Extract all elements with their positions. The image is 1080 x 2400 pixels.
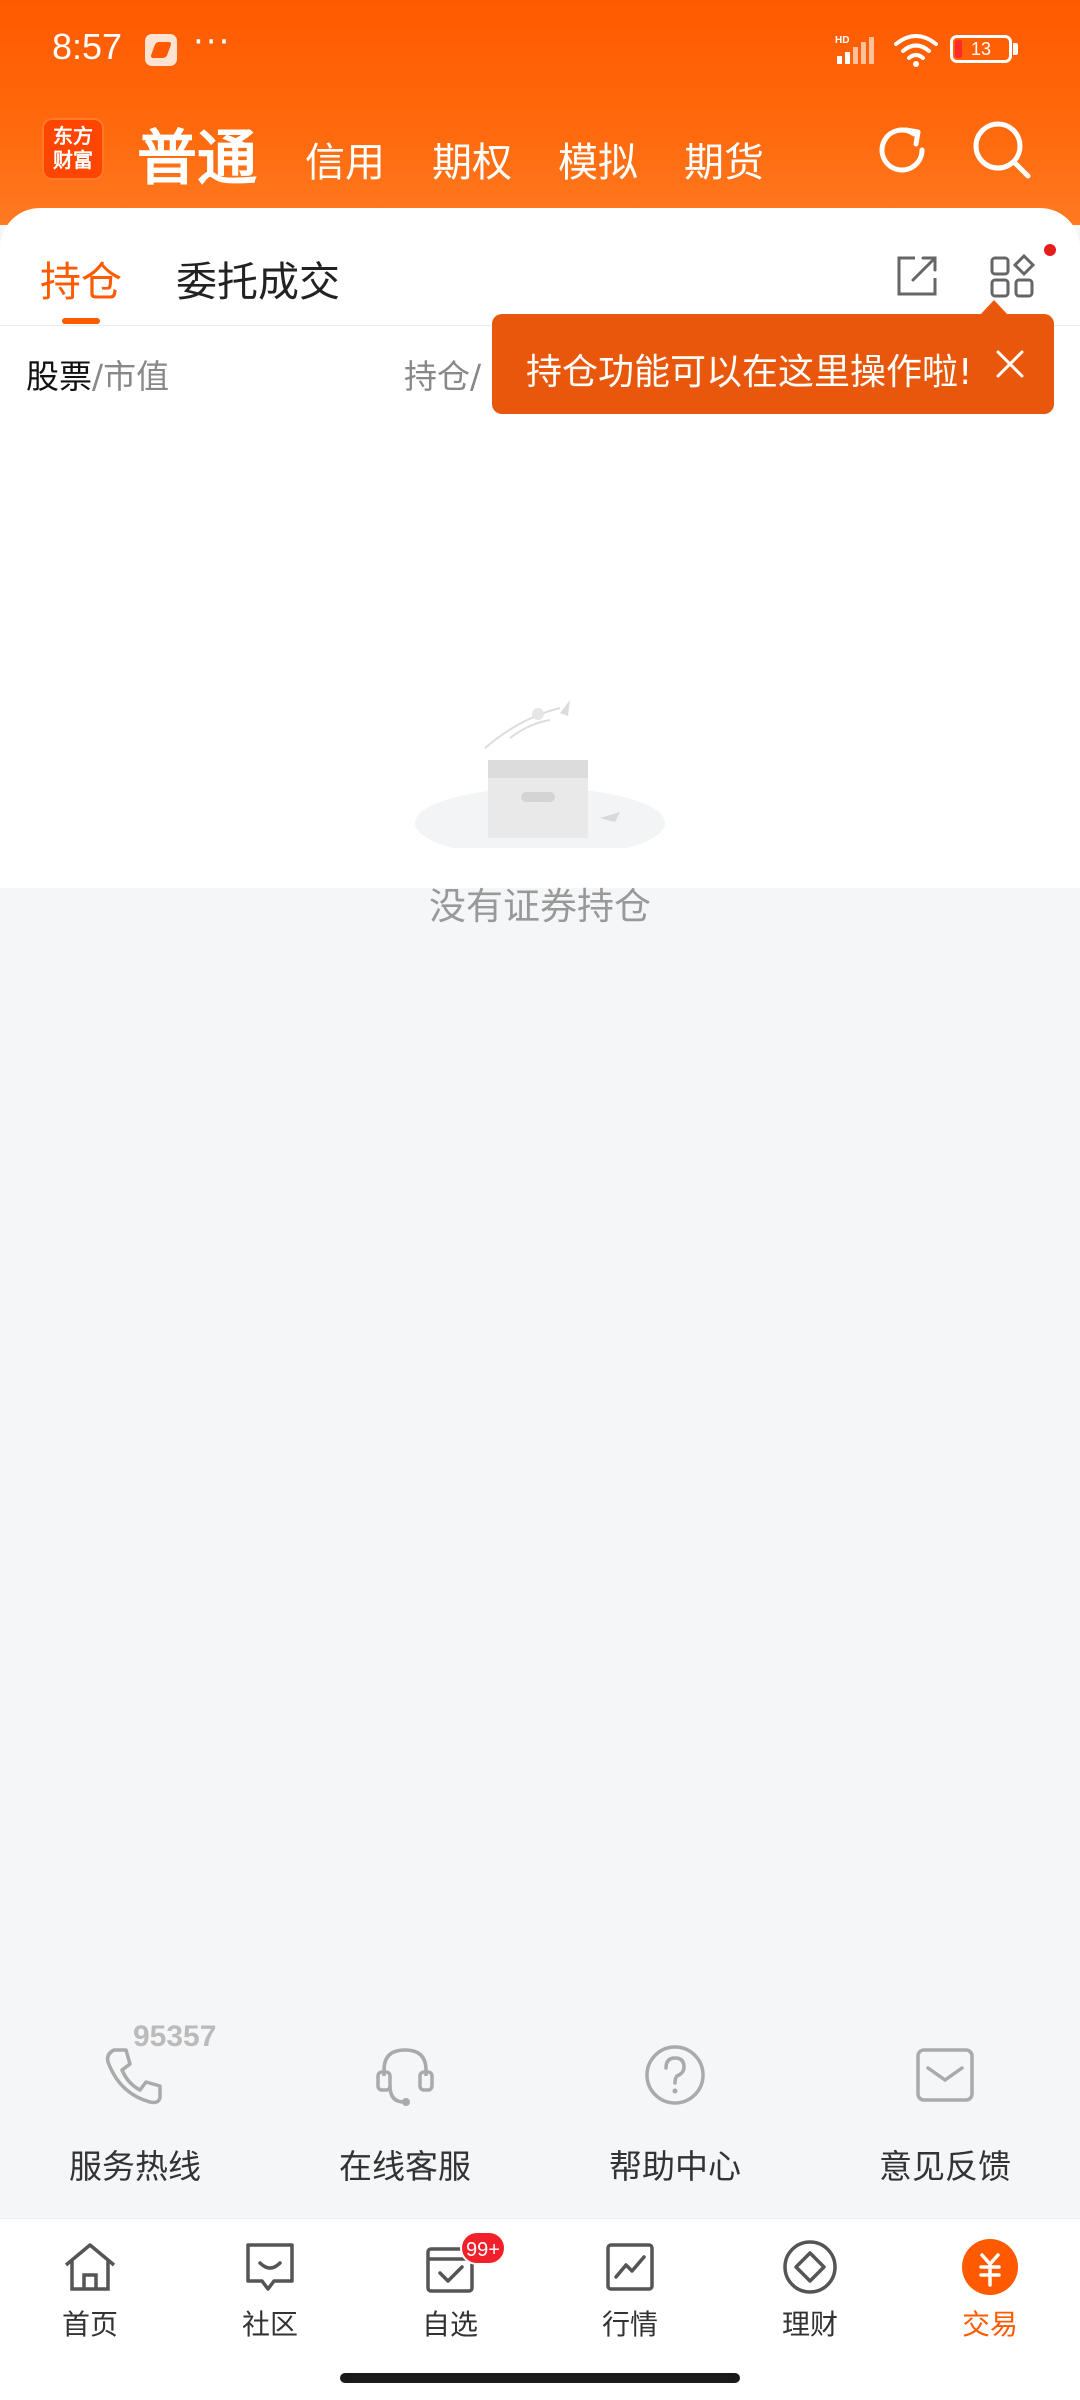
- column-stock-market-value[interactable]: 股票/市值: [26, 350, 169, 398]
- nav-home[interactable]: 首页: [0, 2237, 180, 2343]
- app-header: 8:57 ··· HD 13 东方 财富 普通 信用 期权 模拟 期货: [0, 0, 1080, 225]
- battery-percent: 13: [970, 39, 992, 59]
- nav-wealth[interactable]: 理财: [720, 2237, 900, 2343]
- trade-icon: [962, 2239, 1018, 2295]
- logo-line-1: 东方: [53, 124, 93, 148]
- holdings-tooltip: 持仓功能可以在这里操作啦!: [492, 300, 1054, 414]
- battery-icon: 13: [950, 35, 1012, 63]
- tooltip-text: 持仓功能可以在这里操作啦!: [526, 352, 973, 393]
- notification-app-icon: [145, 34, 177, 66]
- search-icon[interactable]: [970, 118, 1034, 182]
- service-label: 帮助中心: [609, 2147, 741, 2186]
- nav-label: 理财: [781, 2308, 838, 2341]
- function-grid-icon[interactable]: [988, 252, 1036, 300]
- service-shortcuts: 95357 服务热线 在线客服 帮助中心 意见反馈: [0, 2020, 1080, 2220]
- tab-orders-trades[interactable]: 委托成交: [176, 248, 340, 308]
- service-label: 在线客服: [339, 2147, 471, 2186]
- service-hotline[interactable]: 95357 服务热线: [0, 2020, 270, 2188]
- eastmoney-logo: 东方 财富: [42, 118, 104, 180]
- tab-holdings[interactable]: 持仓: [40, 248, 122, 308]
- nav-label: 行情: [601, 2308, 658, 2341]
- service-label: 服务热线: [69, 2147, 201, 2186]
- service-feedback[interactable]: 意见反馈: [810, 2020, 1080, 2188]
- nav-label: 首页: [61, 2308, 118, 2341]
- service-help-center[interactable]: 帮助中心: [540, 2020, 810, 2188]
- home-icon: [64, 2243, 116, 2291]
- headset-icon: [376, 2048, 434, 2106]
- nav-label: 自选: [421, 2308, 478, 2341]
- refresh-icon[interactable]: [872, 120, 932, 180]
- empty-holdings-message: 没有证券持仓: [429, 885, 651, 928]
- status-bar: 8:57 ··· HD 13: [0, 0, 1080, 100]
- empty-box-illustration: [415, 700, 665, 848]
- column-holding[interactable]: 持仓/: [404, 350, 481, 398]
- holdings-panel: 持仓 委托成交 股票/市值 持仓/ 没有证券持仓: [0, 208, 1080, 928]
- active-tab-indicator: [62, 318, 100, 324]
- nav-community[interactable]: 社区: [180, 2237, 360, 2343]
- column-market-value-label: /市值: [92, 357, 170, 396]
- nav-label: 社区: [241, 2308, 298, 2341]
- more-notifications-icon: ···: [193, 22, 232, 62]
- account-tab-options[interactable]: 期权: [432, 130, 512, 188]
- battery-tip: [1013, 43, 1018, 55]
- watchlist-badge: 99+: [460, 2231, 506, 2265]
- account-tab-normal[interactable]: 普通: [137, 110, 257, 197]
- holdings-tabs: 持仓 委托成交: [0, 208, 1080, 326]
- feedback-icon: [916, 2048, 974, 2102]
- logo-line-2: 财富: [53, 148, 93, 172]
- service-label: 意见反馈: [879, 2147, 1011, 2186]
- help-icon: [645, 2045, 705, 2105]
- share-export-icon[interactable]: [893, 252, 941, 300]
- account-tab-simulation[interactable]: 模拟: [558, 130, 638, 188]
- cellular-signal-icon: HD: [835, 35, 874, 64]
- nav-label: 交易: [961, 2308, 1018, 2341]
- nav-watchlist[interactable]: 99+ 自选: [360, 2231, 540, 2343]
- market-icon: [606, 2243, 654, 2291]
- account-tab-credit[interactable]: 信用: [305, 130, 385, 188]
- community-icon: [246, 2243, 294, 2291]
- account-tab-futures[interactable]: 期货: [684, 130, 764, 188]
- nav-trade[interactable]: 交易: [900, 2237, 1080, 2343]
- service-online-support[interactable]: 在线客服: [270, 2020, 540, 2188]
- nav-market[interactable]: 行情: [540, 2237, 720, 2343]
- status-time: 8:57: [52, 26, 123, 67]
- tooltip-arrow: [980, 300, 1008, 315]
- wifi-icon: [894, 34, 938, 67]
- hotline-number: 95357: [133, 2020, 217, 2053]
- home-indicator[interactable]: [340, 2373, 740, 2383]
- wealth-icon: [783, 2240, 837, 2294]
- network-label: HD: [835, 35, 849, 46]
- close-icon[interactable]: [992, 346, 1028, 382]
- notification-dot: [1044, 244, 1056, 256]
- column-stock-label: 股票: [26, 357, 92, 396]
